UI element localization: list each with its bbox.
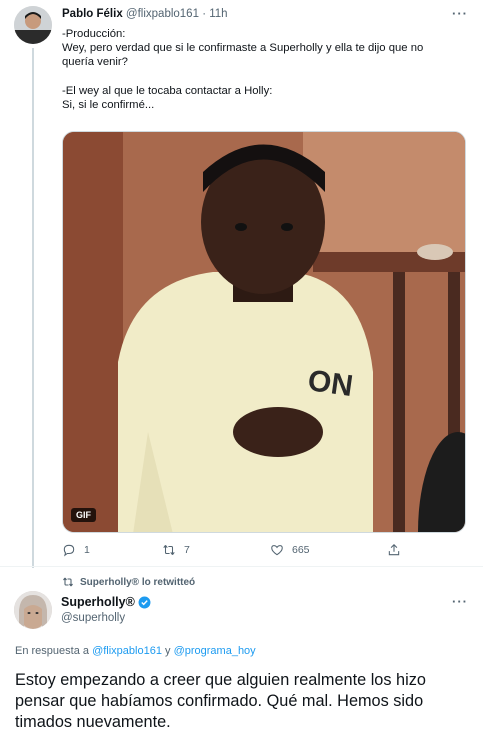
more-icon[interactable]: ··· [452, 6, 468, 21]
gif-image: ON [63, 132, 465, 532]
like-count: 665 [292, 544, 310, 556]
reply-context: En respuesta a @flixpablo161 y @programa… [15, 645, 256, 657]
retweet-icon [63, 577, 73, 587]
tweet-text: -Producción: Wey, pero verdad que si le … [62, 27, 472, 112]
retweeted-by-label: Superholly® lo retwitteó [80, 576, 196, 588]
author-avatar[interactable] [14, 591, 52, 629]
reply-button[interactable]: 1 [62, 543, 90, 557]
author-name[interactable]: Pablo Félix [62, 8, 123, 20]
retweet-icon [163, 545, 175, 555]
tweet-header: Pablo Félix @flixpablo161 · 11h [62, 8, 228, 20]
tweet-line: Wey, pero verdad que si le confirmaste a… [62, 42, 424, 55]
reply-icon [63, 544, 75, 557]
tweet-line: -El wey al que le tocaba contactar a Hol… [62, 84, 273, 97]
retweet-button[interactable]: 7 [162, 543, 190, 557]
heart-icon [271, 545, 283, 556]
separator: · [202, 8, 207, 20]
more-icon[interactable]: ··· [452, 594, 468, 609]
share-icon [388, 544, 400, 556]
tweet-line: -Producción: [62, 28, 126, 40]
svg-text:ON: ON [306, 364, 355, 403]
author-avatar[interactable] [14, 6, 52, 44]
verified-icon [138, 596, 151, 608]
author-handle[interactable]: @flixpablo161 [126, 8, 199, 20]
author-handle[interactable]: @superholly [61, 612, 125, 624]
divider [0, 566, 483, 567]
retweeted-by[interactable]: Superholly® lo retwitteó [62, 576, 195, 588]
reply-user-link[interactable]: @programa_hoy [174, 645, 256, 657]
gif-badge: GIF [71, 508, 96, 522]
tweet-text: Estoy empezando a creer que alguien real… [15, 671, 426, 731]
thread-line [32, 48, 34, 568]
author-name[interactable]: Superholly® [61, 595, 135, 609]
reply-count: 1 [84, 544, 90, 556]
tweet-line: quería venir? [62, 56, 128, 69]
retweet-count: 7 [184, 544, 190, 556]
tweet-actions: 1 7 665 [62, 543, 462, 561]
reply-user-link[interactable]: @flixpablo161 [92, 645, 162, 657]
tweet-line [62, 70, 472, 84]
reply-prefix: En respuesta a [15, 645, 89, 657]
tweet-line: Si, si le confirmé... [62, 99, 155, 111]
reply-and: y [165, 645, 171, 657]
gif-media[interactable]: ON GIF [62, 131, 466, 533]
like-button[interactable]: 665 [270, 543, 310, 557]
tweet-original[interactable]: Pablo Félix @flixpablo161 · 11h ··· -Pro… [0, 0, 483, 572]
tweet-time[interactable]: 11h [209, 8, 227, 20]
author-name-row[interactable]: Superholly® [61, 595, 151, 609]
share-button[interactable] [387, 543, 401, 557]
